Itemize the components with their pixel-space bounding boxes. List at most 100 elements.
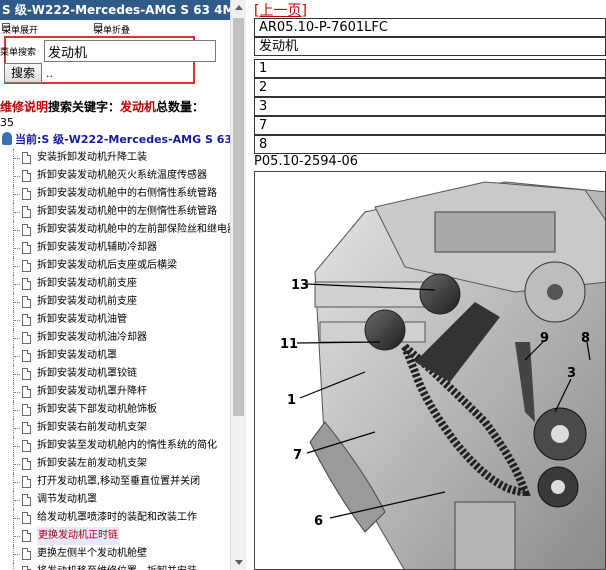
tree-item[interactable]: 拆卸安装至发动机舱内的惰性系统的简化 <box>0 437 230 455</box>
tree-item-label: 拆卸安装下部发动机舱饰板 <box>37 404 157 415</box>
tree-item[interactable]: 拆卸安装发动机罩升降杆 <box>0 383 230 401</box>
tree-connector <box>13 329 21 347</box>
tree-item-label: 拆卸安装发动机舱中的左前部保险丝和继电器 <box>37 224 230 235</box>
tree-item[interactable]: 拆卸安装发动机舱中的左侧惰性系统管路 <box>0 203 230 221</box>
callout-label: 11 <box>280 337 298 352</box>
tree-connector <box>13 365 21 383</box>
document-icon <box>22 260 31 272</box>
scrollbar-thumb[interactable] <box>233 18 244 416</box>
engine-illustration: 13 11 1 7 6 9 8 3 <box>280 181 605 569</box>
callout-label: 3 <box>567 366 576 381</box>
tree-item[interactable]: 安装拆卸发动机升降工装 <box>0 149 230 167</box>
tree-item-label: 拆卸安装发动机辅助冷却器 <box>37 242 157 253</box>
search-summary: 维修说明搜索关键字：发动机总数量： <box>0 98 230 115</box>
tree-connector <box>13 149 21 167</box>
document-icon <box>22 530 31 542</box>
tree-item-label: 将发动机移至维修位置，拆卸并安装 <box>37 563 197 570</box>
document-icon <box>22 440 31 452</box>
tree-item-label: 调节发动机罩 <box>37 494 97 505</box>
tree-connector <box>13 347 21 365</box>
tree-item-label: 拆卸安装发动机舱中的右侧惰性系统管路 <box>37 188 217 199</box>
scroll-up-icon[interactable] <box>235 5 243 10</box>
tree-connector <box>13 545 21 563</box>
search-extra-text: .. <box>46 67 53 80</box>
tree-item[interactable]: 拆卸安装发动机舱灭火系统温度传感器 <box>0 167 230 185</box>
tree-item[interactable]: 拆卸安装左前发动机支架 <box>0 455 230 473</box>
tree-item-label: 拆卸安装发动机罩升降杆 <box>37 386 147 397</box>
document-icon <box>22 332 31 344</box>
tree-connector <box>13 563 21 570</box>
tree-item-label: 拆卸安装发动机罩铰链 <box>37 368 137 379</box>
tree-item-label: 拆卸安装发动机油管 <box>37 314 127 325</box>
tree-item[interactable]: 拆卸安装发动机舱中的右侧惰性系统管路 <box>0 185 230 203</box>
tree-item-label: 更换发动机正时链 <box>37 527 119 545</box>
tree-connector <box>13 401 21 419</box>
tree-item[interactable]: 拆卸安装下部发动机舱饰板 <box>0 401 230 419</box>
tree-item[interactable]: 将发动机移至维修位置，拆卸并安装 <box>0 563 230 570</box>
step-row[interactable]: 2 <box>254 78 606 97</box>
search-button[interactable]: 搜索 <box>4 63 42 83</box>
tree-item[interactable]: 拆卸安装发动机油冷却器 <box>0 329 230 347</box>
step-row[interactable]: 1 <box>254 59 606 78</box>
tree-item[interactable]: 调节发动机罩 <box>0 491 230 509</box>
image-reference: P05.10-2594-06 <box>254 154 359 169</box>
tree-connector <box>13 293 21 311</box>
vehicle-model-title: S 级-W222-Mercedes-AMG S 63 4MATIC <box>0 0 230 20</box>
tree-item[interactable]: 拆卸安装发动机前支座 <box>0 293 230 311</box>
tree-connector <box>13 437 21 455</box>
tree-item-label: 拆卸安装发动机前支座 <box>37 296 137 307</box>
tree-connector <box>13 275 21 293</box>
tree-item[interactable]: 更换左侧半个发动机舱壁 <box>0 545 230 563</box>
summary-count-label: 总数量： <box>156 100 205 114</box>
document-icon <box>22 188 31 200</box>
tree-item[interactable]: 拆卸安装右前发动机支架 <box>0 419 230 437</box>
document-icon <box>22 224 31 236</box>
tree-item-label: 拆卸安装发动机后支座或后横梁 <box>37 260 177 271</box>
menu-collapse-label: 菜单折叠 <box>94 26 131 36</box>
tree-item[interactable]: 拆卸安装发动机罩 <box>0 347 230 365</box>
tree-item[interactable]: 拆卸安装发动机后支座或后横梁 <box>0 257 230 275</box>
left-navigation-pane: S 级-W222-Mercedes-AMG S 63 4MATIC 菜单展开 菜… <box>0 0 246 570</box>
document-icon <box>22 152 31 164</box>
document-icon <box>22 170 31 182</box>
callout-label: 1 <box>287 393 296 408</box>
document-icon <box>22 494 31 506</box>
step-row[interactable]: 7 <box>254 116 606 135</box>
tree-item-label: 拆卸安装发动机前支座 <box>37 278 137 289</box>
search-input[interactable] <box>44 40 216 62</box>
scroll-down-icon[interactable] <box>235 560 243 565</box>
tree-connector <box>13 311 21 329</box>
step-row[interactable]: 8 <box>254 135 606 154</box>
summary-category: 维修说明 <box>0 100 49 114</box>
document-icon <box>22 386 31 398</box>
tree-item[interactable]: 拆卸安装发动机舱中的左前部保险丝和继电器 <box>0 221 230 239</box>
tree-item[interactable]: 打开发动机罩,移动至垂直位置并关闭 <box>0 473 230 491</box>
callout-label: 7 <box>293 448 302 463</box>
result-tree: 安装拆卸发动机升降工装 拆卸安装发动机舱灭火系统温度传感器拆卸安装发动机舱中的右侧… <box>0 149 230 570</box>
document-icon <box>22 566 31 570</box>
tree-item[interactable]: 更换发动机正时链 <box>0 527 230 545</box>
previous-page-link[interactable]: [上一页] <box>254 0 307 20</box>
vehicle-node-icon <box>2 132 12 145</box>
document-pane: [上一页] AR05.10-P-7601LFC 发动机 1 2 3 7 8 P0… <box>254 0 606 570</box>
document-icon <box>22 296 31 308</box>
tree-item[interactable]: 拆卸安装发动机辅助冷却器 <box>0 239 230 257</box>
callout-label: 9 <box>540 331 549 346</box>
tree-item[interactable]: 拆卸安装发动机油管 <box>0 311 230 329</box>
tree-connector <box>13 455 21 473</box>
tree-item-label: 打开发动机罩,移动至垂直位置并关闭 <box>37 476 201 487</box>
step-row[interactable]: 3 <box>254 97 606 116</box>
tree-item[interactable]: 给发动机罩喷漆时的装配和改装工作 <box>0 509 230 527</box>
callout-label: 13 <box>291 278 309 293</box>
tree-connector <box>13 167 21 185</box>
document-icon <box>22 206 31 218</box>
left-scrollbar[interactable] <box>230 0 246 570</box>
document-icon <box>22 368 31 380</box>
tree-item[interactable]: 拆卸安装发动机前支座 <box>0 275 230 293</box>
document-icon <box>22 314 31 326</box>
document-icon <box>22 422 31 434</box>
current-node[interactable]: 当前:S 级-W222-Mercedes-AMG S 63 4MATIC <box>2 131 230 148</box>
tree-connector <box>13 257 21 275</box>
document-icon <box>22 242 31 254</box>
tree-item[interactable]: 拆卸安装发动机罩铰链 <box>0 365 230 383</box>
